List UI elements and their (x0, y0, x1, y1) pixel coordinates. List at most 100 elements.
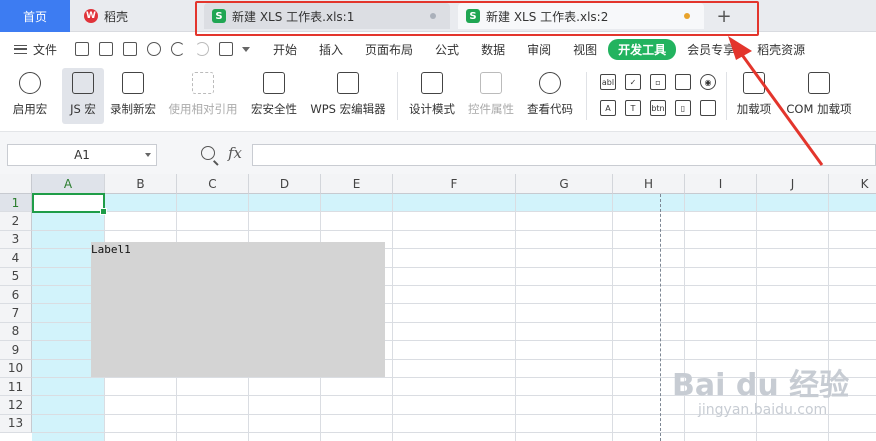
spreadsheet-icon: S (212, 9, 226, 23)
ribbon-divider (397, 72, 398, 120)
column-header-f[interactable]: F (393, 174, 516, 194)
formula-bar: A1 fx (0, 132, 876, 174)
row-header-4[interactable]: 4 (0, 249, 32, 268)
formula-input[interactable] (252, 144, 876, 166)
document-tab-2[interactable]: S 新建 XLS 工作表.xls:2 (458, 3, 704, 29)
js-macro-icon (72, 72, 94, 94)
name-box[interactable]: A1 (7, 144, 157, 166)
file-menu[interactable]: 文件 (0, 41, 70, 58)
ribbon-divider (726, 72, 727, 120)
record-macro-label: 录制新宏 (110, 102, 156, 116)
relative-reference-button[interactable]: 使用相对引用 (164, 68, 242, 124)
button-control-icon[interactable]: btn (650, 100, 666, 116)
home-tab[interactable]: 首页 (0, 0, 70, 32)
column-header-b[interactable]: B (105, 174, 177, 194)
tab-docer-resources[interactable]: 稻壳资源 (746, 41, 816, 58)
unsaved-dot-icon (684, 13, 690, 19)
column-header-i[interactable]: I (685, 174, 757, 194)
print-icon[interactable] (123, 42, 137, 56)
text-control-icon[interactable]: T (625, 100, 641, 116)
column-header-c[interactable]: C (177, 174, 249, 194)
column-header-d[interactable]: D (249, 174, 321, 194)
row-header-3[interactable]: 3 (0, 230, 32, 250)
save-icon[interactable] (75, 42, 89, 56)
control-properties-label: 控件属性 (468, 102, 514, 116)
addins-label: 加载项 (736, 102, 772, 116)
wps-macro-editor-button[interactable]: WPS 宏编辑器 (306, 68, 390, 124)
watermark-brand: Bai du 经验 (672, 368, 850, 403)
record-macro-icon (122, 72, 144, 94)
tab-view[interactable]: 视图 (562, 41, 608, 58)
chevron-down-icon[interactable] (145, 153, 151, 157)
document-tab-2-title: 新建 XLS 工作表.xls:2 (486, 9, 609, 24)
toggle-control-icon[interactable]: ▯ (675, 100, 691, 116)
tab-review[interactable]: 审阅 (516, 41, 562, 58)
column-header-k[interactable]: K (829, 174, 876, 194)
tab-insert[interactable]: 插入 (308, 41, 354, 58)
row-header-2[interactable]: 2 (0, 212, 32, 231)
scrollbar-control-icon[interactable] (700, 100, 716, 116)
tab-formulas[interactable]: 公式 (424, 41, 470, 58)
format-painter-icon[interactable] (219, 42, 233, 56)
row-header-13[interactable]: 13 (0, 414, 32, 434)
zoom-icon[interactable] (201, 146, 215, 160)
redo-icon[interactable] (195, 42, 209, 56)
docer-logo-icon: W (84, 9, 98, 23)
label-control[interactable]: Label1 (91, 242, 385, 377)
row-header-6[interactable]: 6 (0, 286, 32, 305)
active-cell[interactable] (32, 193, 107, 215)
cube-icon (743, 72, 765, 94)
label-control-icon[interactable]: A (600, 100, 616, 116)
checkbox-control-icon[interactable]: ✓ (625, 74, 641, 90)
enable-macro-button[interactable]: 启用宏 (6, 68, 54, 124)
enable-macro-label: 启用宏 (12, 102, 48, 116)
column-header-j[interactable]: J (757, 174, 829, 194)
com-addins-button[interactable]: COM 加载项 (782, 68, 856, 124)
row-header-12[interactable]: 12 (0, 396, 32, 415)
macro-security-button[interactable]: 宏安全性 (247, 68, 301, 124)
radio-control-icon[interactable]: ◉ (700, 74, 716, 90)
column-header-h[interactable]: H (613, 174, 685, 194)
export-pdf-icon[interactable] (99, 42, 113, 56)
shield-icon (263, 72, 285, 94)
quick-access-more-icon[interactable] (242, 46, 250, 52)
control-properties-button[interactable]: 控件属性 (463, 68, 519, 124)
view-code-button[interactable]: 查看代码 (523, 68, 577, 124)
tab-developer[interactable]: 开发工具 (608, 38, 677, 60)
print-preview-icon[interactable] (147, 42, 161, 56)
document-tab-1-title: 新建 XLS 工作表.xls:1 (232, 9, 355, 24)
row-header-8[interactable]: 8 (0, 322, 32, 342)
design-mode-button[interactable]: 设计模式 (405, 68, 459, 124)
row-header-11[interactable]: 11 (0, 378, 32, 397)
home-tab-label: 首页 (22, 9, 47, 24)
file-menu-label: 文件 (33, 42, 58, 57)
column-header-a[interactable]: A (32, 174, 105, 194)
record-macro-button[interactable]: 录制新宏 (106, 68, 160, 124)
view-code-label: 查看代码 (527, 102, 573, 116)
fx-icon[interactable]: fx (228, 144, 242, 162)
docer-tab[interactable]: W 稻壳 (72, 0, 190, 32)
tab-home[interactable]: 开始 (262, 41, 308, 58)
row-header-1[interactable]: 1 (0, 194, 32, 213)
row-header-7[interactable]: 7 (0, 304, 32, 323)
list-control-icon[interactable] (675, 74, 691, 90)
document-tab-1[interactable]: S 新建 XLS 工作表.xls:1 (204, 3, 450, 29)
undo-icon[interactable] (171, 42, 185, 56)
select-all-corner[interactable] (0, 174, 32, 194)
column-header-e[interactable]: E (321, 174, 393, 194)
row-header-5[interactable]: 5 (0, 267, 32, 286)
tab-data[interactable]: 数据 (470, 41, 516, 58)
new-tab-button[interactable]: + (708, 3, 740, 29)
js-macro-button[interactable]: JS 宏 (62, 68, 104, 124)
wps-macro-editor-label: WPS 宏编辑器 (310, 102, 386, 116)
tab-page-layout[interactable]: 页面布局 (354, 41, 424, 58)
row-header-10[interactable]: 10 (0, 359, 32, 378)
tab-member[interactable]: 会员专享 (676, 41, 746, 58)
addins-button[interactable]: 加载项 (733, 68, 775, 124)
row-header-9[interactable]: 9 (0, 341, 32, 360)
view-code-icon (539, 72, 561, 94)
textbox-control-icon[interactable]: abl (600, 74, 616, 90)
title-tab-bar: 首页 W 稻壳 S 新建 XLS 工作表.xls:1 S 新建 XLS 工作表.… (0, 0, 876, 32)
combobox-control-icon[interactable]: ▫ (650, 74, 666, 90)
column-header-g[interactable]: G (516, 174, 613, 194)
